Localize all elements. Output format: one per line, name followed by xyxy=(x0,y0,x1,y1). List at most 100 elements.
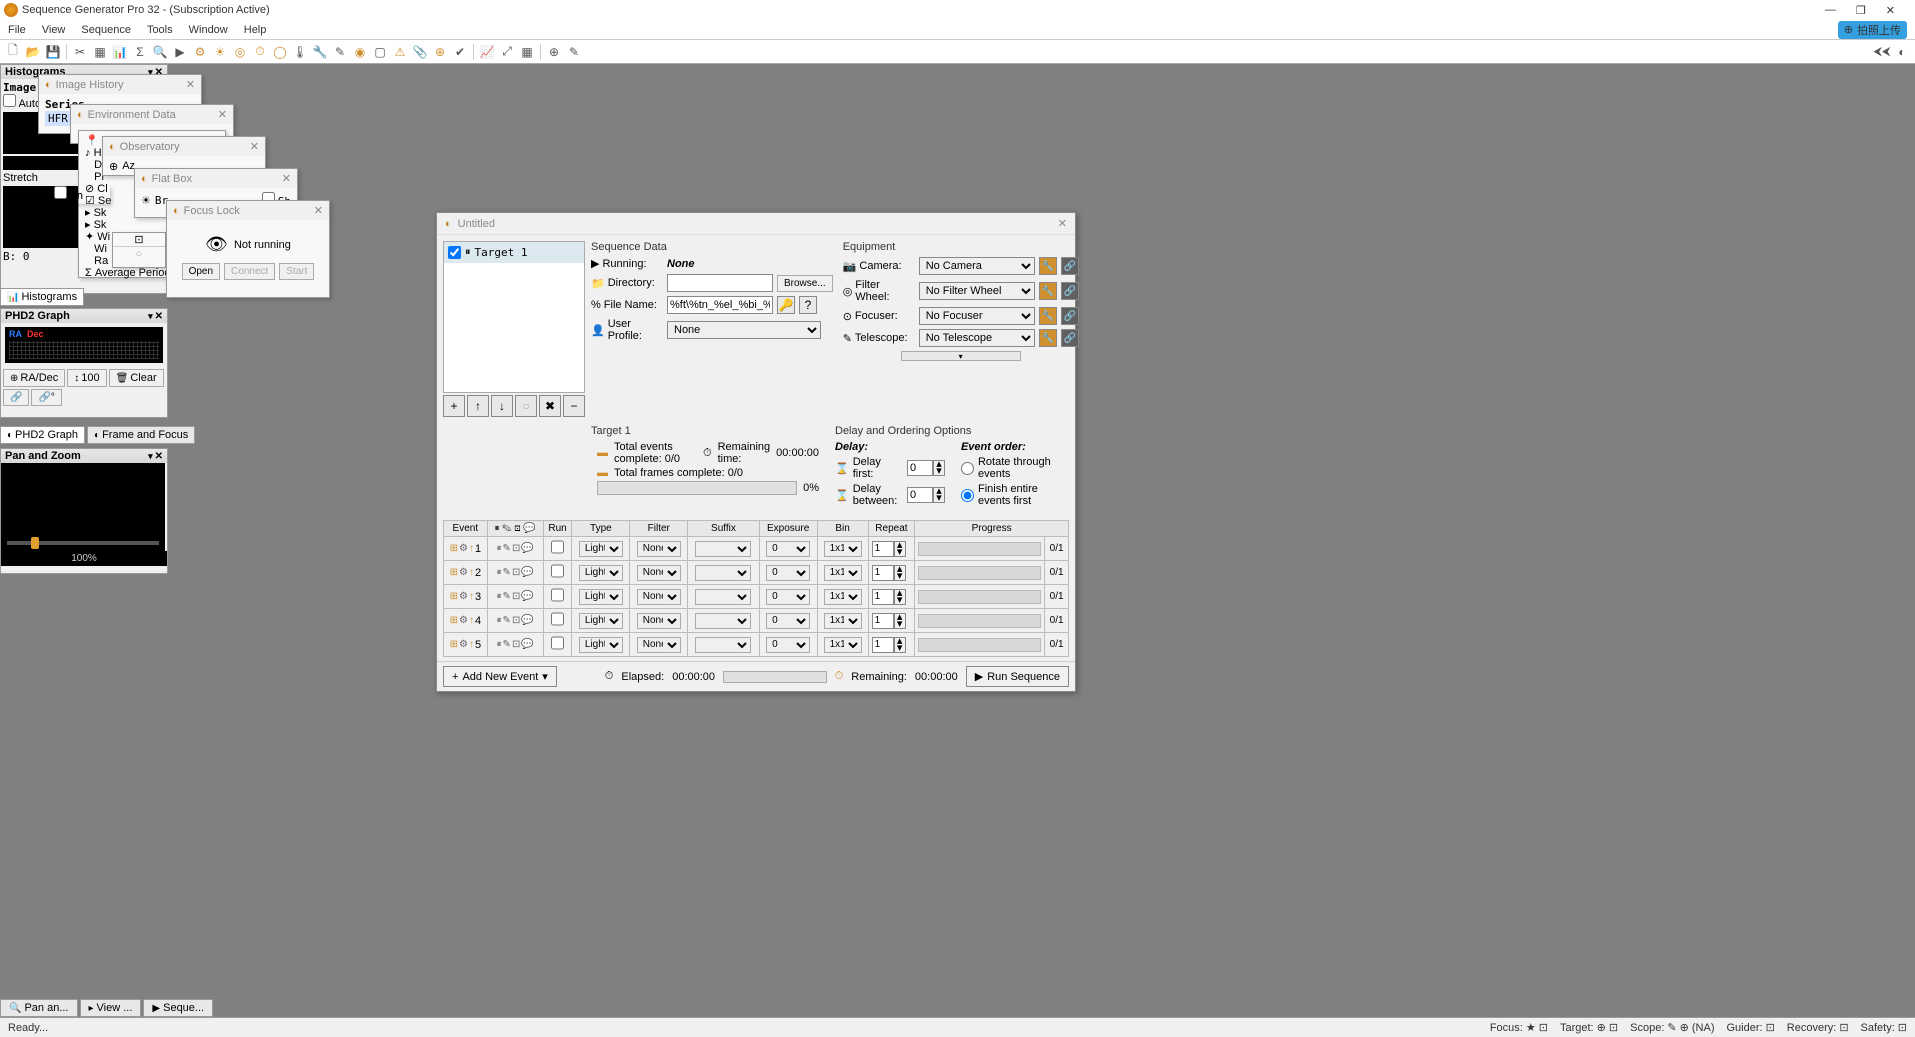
link-icon[interactable]: 🔗 xyxy=(1061,257,1079,275)
warn-icon[interactable]: ⚠ xyxy=(391,43,409,61)
maximize-button[interactable]: ❐ xyxy=(1856,4,1866,17)
wand2-icon[interactable]: ✎ xyxy=(565,43,583,61)
histograms-tab[interactable]: 📊 Histograms xyxy=(0,288,84,306)
exposure-select[interactable]: 0 xyxy=(766,541,810,557)
phd2-tab[interactable]: ◐ PHD2 Graph xyxy=(0,426,85,444)
exposure-select[interactable]: 0 xyxy=(766,613,810,629)
repeat-input[interactable] xyxy=(872,541,894,557)
menu-tools[interactable]: Tools xyxy=(147,24,173,36)
run-checkbox[interactable] xyxy=(551,635,564,651)
help-icon[interactable]: ? xyxy=(799,296,817,314)
minimize-button[interactable]: — xyxy=(1825,4,1836,17)
upload-badge[interactable]: 拍照上传 xyxy=(1838,21,1907,39)
suffix-select[interactable] xyxy=(695,565,751,581)
histogram-icon[interactable]: 📊 xyxy=(111,43,129,61)
spinner-buttons[interactable]: ▴▾ xyxy=(933,487,945,503)
type-select[interactable]: Light xyxy=(579,541,623,557)
repeat-input[interactable] xyxy=(872,565,894,581)
run-checkbox[interactable] xyxy=(551,539,564,555)
bin-select[interactable]: 1x1 xyxy=(824,565,862,581)
target2-icon[interactable]: ⊕ xyxy=(431,43,449,61)
exposure-select[interactable]: 0 xyxy=(766,589,810,605)
directory-input[interactable] xyxy=(667,274,773,292)
tool-icon[interactable]: ▦ xyxy=(91,43,109,61)
close-icon[interactable]: ✕ xyxy=(186,78,195,91)
scale-button[interactable]: ↕ 100 xyxy=(67,369,106,387)
focuser-select[interactable]: No Focuser xyxy=(919,307,1035,325)
type-select[interactable]: Light xyxy=(579,637,623,653)
move-down-button[interactable]: ↓ xyxy=(491,395,513,417)
menu-sequence[interactable]: Sequence xyxy=(81,24,131,36)
close-icon[interactable]: ✕ xyxy=(282,172,291,185)
square-icon[interactable]: ▢ xyxy=(371,43,389,61)
type-select[interactable]: Light xyxy=(579,589,623,605)
down-icon[interactable]: ○ xyxy=(113,247,165,261)
grid-icon[interactable]: ▦ xyxy=(518,43,536,61)
filter-select[interactable]: None xyxy=(637,541,681,557)
finish-radio[interactable] xyxy=(961,489,974,502)
close-icon[interactable]: ✕ xyxy=(218,108,227,121)
wrench-icon[interactable]: 🔧 xyxy=(311,43,329,61)
target-icon[interactable]: ◎ xyxy=(231,43,249,61)
frame-focus-tab[interactable]: ◐ Frame and Focus xyxy=(87,426,195,444)
rotate-radio[interactable] xyxy=(961,462,974,475)
filter-select[interactable]: None xyxy=(637,613,681,629)
delay-between-input[interactable] xyxy=(907,487,933,503)
key-icon[interactable]: 🔑 xyxy=(777,296,795,314)
collapse-icon[interactable]: ⮜⮜ xyxy=(1873,43,1891,61)
pin-icon[interactable]: ▾ xyxy=(148,311,153,322)
gear-icon[interactable]: ⚙ xyxy=(191,43,209,61)
suffix-select[interactable] xyxy=(695,613,751,629)
clear-button[interactable]: 🗑 Clear xyxy=(109,369,164,387)
bin-select[interactable]: 1x1 xyxy=(824,613,862,629)
link-icon[interactable]: 🔗 xyxy=(1061,307,1079,325)
camera-select[interactable]: No Camera xyxy=(919,257,1035,275)
zoom-slider-thumb[interactable] xyxy=(31,537,39,549)
view-tab[interactable]: ▸ View ... xyxy=(80,999,142,1017)
play-icon[interactable]: ▶ xyxy=(171,43,189,61)
new-icon[interactable]: 🗋 xyxy=(4,43,22,61)
add-target-button[interactable]: + xyxy=(443,395,465,417)
filename-input[interactable] xyxy=(667,296,773,314)
check-icon[interactable]: ✔ xyxy=(451,43,469,61)
thermometer-icon[interactable]: 🌡 xyxy=(291,43,309,61)
run-checkbox[interactable] xyxy=(551,611,564,627)
stop-button[interactable]: ○ xyxy=(515,395,537,417)
wand-icon[interactable]: ✎ xyxy=(331,43,349,61)
menu-file[interactable]: File xyxy=(8,24,26,36)
menu-view[interactable]: View xyxy=(42,24,66,36)
clip-icon[interactable]: 📎 xyxy=(411,43,429,61)
telescope-select[interactable]: No Telescope xyxy=(919,329,1035,347)
target-item[interactable]: ⏸ Target 1 xyxy=(444,242,584,263)
ring-icon[interactable]: ◯ xyxy=(271,43,289,61)
graph-icon[interactable]: 📈 xyxy=(478,43,496,61)
filter-select[interactable]: None xyxy=(637,589,681,605)
suffix-select[interactable] xyxy=(695,541,751,557)
zoom-icon[interactable]: ⤢ xyxy=(498,43,516,61)
wrench-icon[interactable]: 🔧 xyxy=(1039,257,1057,275)
close-icon[interactable]: ✕ xyxy=(155,311,163,322)
run-checkbox[interactable] xyxy=(551,587,564,603)
bin-select[interactable]: 1x1 xyxy=(824,541,862,557)
profile-select[interactable]: None xyxy=(667,321,821,339)
link2-button[interactable]: 🔗° xyxy=(31,389,61,406)
browse-button[interactable]: Browse... xyxy=(777,275,833,292)
target-checkbox[interactable] xyxy=(448,246,461,259)
type-select[interactable]: Light xyxy=(579,565,623,581)
zoom-slider[interactable] xyxy=(7,541,159,545)
help2-icon[interactable]: ◐ xyxy=(1893,43,1911,61)
connect-button[interactable]: Connect xyxy=(224,263,275,280)
filter-select[interactable]: None xyxy=(637,637,681,653)
auto-checkbox[interactable]: Auto xyxy=(3,98,41,110)
add-event-button[interactable]: + Add New Event ▾ xyxy=(443,666,557,687)
collapse-button[interactable]: − xyxy=(563,395,585,417)
search-icon[interactable]: 🔍 xyxy=(151,43,169,61)
repeat-input[interactable] xyxy=(872,589,894,605)
suffix-select[interactable] xyxy=(695,637,751,653)
en-check[interactable]: En xyxy=(54,186,110,204)
repeat-input[interactable] xyxy=(872,613,894,629)
wrench-icon[interactable]: 🔧 xyxy=(1039,329,1057,347)
delete-target-button[interactable]: ✖ xyxy=(539,395,561,417)
spinner-buttons[interactable]: ▴▾ xyxy=(933,460,945,476)
repeat-input[interactable] xyxy=(872,637,894,653)
